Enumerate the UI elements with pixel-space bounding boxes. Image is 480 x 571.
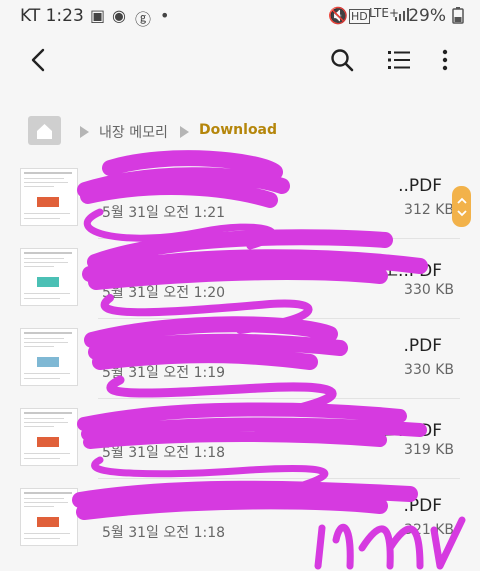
file-date: 5월 31일 오전 1:18 [102, 525, 226, 541]
file-row[interactable]: 요..PDF 5월 31일 오전 1:18 319 KB [0, 398, 480, 478]
file-date: 5월 31일 오전 1:18 [102, 445, 226, 461]
folder-home-icon [37, 124, 52, 139]
status-time: KT 1:23 [20, 6, 84, 26]
app-notify-icon: ⓖ [135, 10, 152, 29]
pdf-thumbnail [20, 328, 78, 386]
fast-scroll-handle[interactable] [452, 186, 471, 227]
arrow-left-icon [31, 48, 45, 72]
file-list: ..PDF 5월 31일 오전 1:21 312 KB 도..PDF 5월 31… [0, 158, 480, 558]
breadcrumb-internal-storage[interactable]: 내장 메모리 [99, 122, 168, 142]
file-date: 5월 31일 오전 1:21 [102, 205, 226, 221]
battery-charging-icon [452, 6, 464, 28]
battery-percent: 29% [408, 6, 446, 26]
pdf-thumbnail [20, 248, 78, 306]
file-date: 5월 31일 오전 1:19 [102, 365, 226, 381]
file-name: .PDF [403, 496, 442, 516]
status-bar: KT 1:23 ▣ ◉ ⓖ • 🔇 HD LTE+ 29% [0, 0, 480, 32]
file-date: 5월 31일 오전 1:20 [102, 285, 226, 301]
file-name: ..PDF [398, 176, 442, 196]
file-row[interactable]: .PDF 5월 31일 오전 1:19 330 KB [0, 318, 480, 398]
mute-icon: 🔇 [328, 6, 348, 25]
back-button[interactable] [20, 42, 56, 78]
file-size: 330 KB [404, 282, 454, 298]
more-notifications-icon: • [160, 6, 170, 25]
breadcrumb-current-folder: Download [199, 122, 278, 138]
more-vertical-icon [442, 49, 448, 71]
file-row[interactable]: ..PDF 5월 31일 오전 1:21 312 KB [0, 158, 480, 238]
more-options-button[interactable] [427, 42, 463, 78]
list-view-icon [388, 51, 410, 69]
breadcrumb-chevron-icon [80, 126, 89, 138]
pdf-thumbnail [20, 408, 78, 466]
file-size: 321 KB [404, 522, 454, 538]
search-icon [331, 49, 354, 72]
file-name: 요..PDF [382, 421, 442, 441]
gallery-icon: ▣ [90, 6, 106, 25]
pdf-thumbnail [20, 168, 78, 226]
file-name: .PDF [403, 336, 442, 356]
hd-voice-icon: HD [349, 9, 370, 24]
list-view-button[interactable] [381, 42, 417, 78]
pdf-thumbnail [20, 488, 78, 546]
file-size: 319 KB [404, 442, 454, 458]
camera-notify-icon: ◉ [112, 6, 126, 25]
breadcrumb: 내장 메모리 Download [0, 112, 480, 152]
home-folder-button[interactable] [28, 116, 61, 145]
search-button[interactable] [324, 42, 360, 78]
file-row[interactable]: .PDF 5월 31일 오전 1:18 321 KB [0, 478, 480, 558]
chevron-down-icon [456, 209, 467, 216]
app-bar [0, 36, 480, 86]
file-row[interactable]: 도..PDF 5월 31일 오전 1:20 330 KB [0, 238, 480, 318]
breadcrumb-chevron-icon [180, 126, 189, 138]
file-size: 330 KB [404, 362, 454, 378]
chevron-up-icon [456, 197, 467, 204]
file-name: 도..PDF [382, 261, 442, 281]
file-size: 312 KB [404, 202, 454, 218]
